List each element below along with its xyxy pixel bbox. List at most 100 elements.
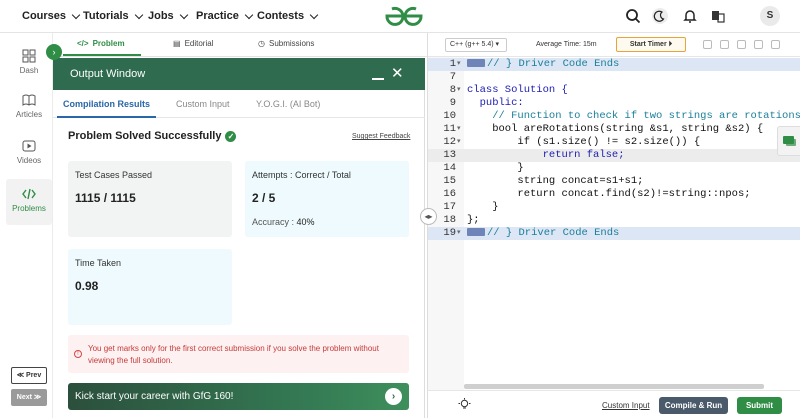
editor-toolbar: C++ (g++ 5.4) ▾ Average Time: 15m Start … — [427, 33, 800, 57]
suggest-feedback-link[interactable]: Suggest Feedback — [352, 133, 410, 140]
close-icon[interactable]: ✕ — [391, 66, 404, 81]
nav-jobs[interactable]: Jobs — [148, 10, 188, 22]
chevron-right-icon[interactable]: › — [385, 388, 402, 405]
dark-mode-icon[interactable] — [652, 8, 668, 24]
rail-item-articles[interactable]: Articles — [6, 85, 52, 131]
tab-submissions[interactable]: ◷ Submissions — [258, 39, 314, 48]
editor-actions — [703, 40, 780, 49]
start-timer-button[interactable]: Start Timer ⏵ — [616, 37, 686, 52]
left-rail: Dash Articles Videos Problems ≪ Prev Nex… — [0, 33, 53, 418]
settings-icon[interactable] — [737, 40, 746, 49]
time-taken-card: Time Taken 0.98 — [68, 249, 232, 325]
nav-courses[interactable]: Courses — [22, 10, 81, 22]
code-line: 9 public: — [449, 97, 524, 109]
code-line-current: 13 return false; — [428, 149, 800, 162]
chevron-down-icon — [71, 10, 81, 19]
code-line: 8 ▾ class Solution { — [449, 84, 568, 97]
resize-handle-icon[interactable]: ◂▸ — [420, 208, 437, 225]
reset-icon[interactable] — [754, 40, 763, 49]
tab-editorial[interactable]: ▤ Editorial — [173, 39, 213, 48]
code-icon: </> — [77, 39, 89, 48]
code-icon — [22, 188, 36, 200]
folded-code-marker[interactable] — [467, 59, 485, 68]
compile-run-button[interactable]: Compile & Run — [659, 397, 728, 414]
chevron-down-icon — [179, 10, 188, 19]
lightbulb-icon[interactable] — [458, 398, 471, 411]
top-nav: Courses Tutorials Jobs Practice Contests… — [0, 0, 800, 33]
output-window: Output Window ✕ Compilation Results Cust… — [53, 58, 425, 418]
rail-item-problems[interactable]: Problems — [6, 179, 52, 225]
output-tabs: Compilation Results Custom Input Y.O.G.I… — [53, 90, 425, 118]
document-icon: ▤ — [173, 39, 181, 48]
paste-icon[interactable] — [720, 40, 729, 49]
tab-compilation-results[interactable]: Compilation Results — [56, 99, 157, 118]
search-icon[interactable] — [625, 8, 641, 24]
copy-icon[interactable] — [703, 40, 712, 49]
check-circle-icon: ✓ — [225, 130, 237, 142]
dashboard-icon — [22, 49, 36, 63]
tab-custom-input[interactable]: Custom Input — [176, 99, 230, 109]
code-line: 14 } — [443, 162, 524, 174]
status-message: Problem Solved Successfully ✓ — [68, 130, 237, 142]
prev-button[interactable]: ≪ Prev — [11, 367, 47, 384]
chevron-down-icon — [309, 10, 319, 19]
fold-arrow-icon[interactable]: ▾ — [457, 58, 461, 71]
nav-tutorials[interactable]: Tutorials — [83, 10, 143, 22]
time-taken-value: 0.98 — [75, 279, 99, 293]
bell-icon[interactable] — [682, 8, 698, 24]
video-icon — [22, 140, 36, 152]
code-editor[interactable]: 1 ▾// } Driver Code Ends 7 8 ▾ class Soluti… — [427, 57, 800, 390]
test-cases-value: 1115 / 1115 — [75, 191, 136, 205]
chevron-right-icon[interactable]: › — [46, 44, 62, 60]
book-icon — [22, 94, 36, 106]
minimize-icon[interactable] — [372, 78, 384, 80]
language-select[interactable]: C++ (g++ 5.4) ▾ — [445, 38, 507, 52]
average-time: Average Time: 15m — [536, 41, 597, 48]
fold-arrow-icon[interactable]: ▾ — [457, 136, 461, 149]
tab-problem[interactable]: </> Problem — [63, 39, 141, 56]
code-line: 11 ▾ bool areRotations(string &s1, string… — [443, 123, 764, 136]
accuracy: Accuracy : 40% — [252, 217, 315, 227]
attempts-card: Attempts : Correct / Total 2 / 5 Accurac… — [245, 161, 409, 237]
tab-yogi-ai-bot[interactable]: Y.O.G.I. (AI Bot) — [256, 99, 320, 109]
custom-input-link[interactable]: Custom Input — [602, 401, 650, 410]
avatar[interactable]: S — [760, 6, 780, 26]
info-icon: ! — [74, 350, 82, 358]
fullscreen-icon[interactable] — [771, 40, 780, 49]
fold-arrow-icon[interactable]: ▾ — [457, 84, 461, 97]
rail-item-videos[interactable]: Videos — [6, 131, 52, 177]
folded-code-marker[interactable] — [467, 228, 485, 237]
gfg160-banner[interactable]: Kick start your career with GfG 160! › — [68, 383, 409, 410]
rail-item-dash[interactable]: Dash — [6, 41, 52, 87]
output-window-title: Output Window — [70, 68, 146, 80]
fold-arrow-icon[interactable]: ▾ — [457, 123, 461, 136]
code-line: 15 string concat=s1+s1; — [443, 175, 644, 187]
nav-contests[interactable]: Contests — [257, 10, 319, 22]
code-line: 19 ▾// } Driver Code Ends — [428, 227, 800, 240]
clock-icon: ◷ — [258, 39, 265, 48]
chat-bubble-icon — [783, 136, 796, 146]
code-line: 16 return concat.find(s2)!=string::npos; — [443, 188, 751, 200]
chevron-down-icon — [244, 10, 254, 19]
submit-button[interactable]: Submit — [737, 397, 782, 414]
fold-arrow-icon[interactable]: ▾ — [457, 227, 461, 240]
test-cases-card: Test Cases Passed 1115 / 1115 — [68, 161, 232, 237]
next-button[interactable]: Next ≫ — [11, 389, 47, 406]
horizontal-scrollbar[interactable] — [464, 384, 764, 389]
output-window-header: Output Window ✕ — [53, 58, 425, 90]
nav-practice[interactable]: Practice — [196, 10, 254, 22]
code-line: 7 — [449, 71, 456, 83]
problem-tabs: </> Problem ▤ Editorial ◷ Submissions — [53, 33, 427, 57]
editor-bottom-bar: Custom Input Compile & Run Submit — [427, 390, 800, 418]
warning-box: ! You get marks only for the first corre… — [68, 335, 409, 373]
code-line: 17 } — [443, 201, 499, 213]
translate-icon[interactable] — [710, 8, 726, 24]
code-line: 10 // Function to check if two strings a… — [443, 110, 800, 122]
code-line: 12 ▾ if (s1.size() != s2.size()) { — [443, 136, 701, 149]
code-line: 1 ▾// } Driver Code Ends — [428, 58, 800, 71]
code-line: 18}; — [443, 214, 480, 226]
attempts-value: 2 / 5 — [252, 191, 276, 205]
chevron-down-icon — [134, 10, 143, 19]
gfg-logo-icon[interactable] — [384, 5, 424, 27]
chat-icon[interactable] — [777, 126, 800, 156]
